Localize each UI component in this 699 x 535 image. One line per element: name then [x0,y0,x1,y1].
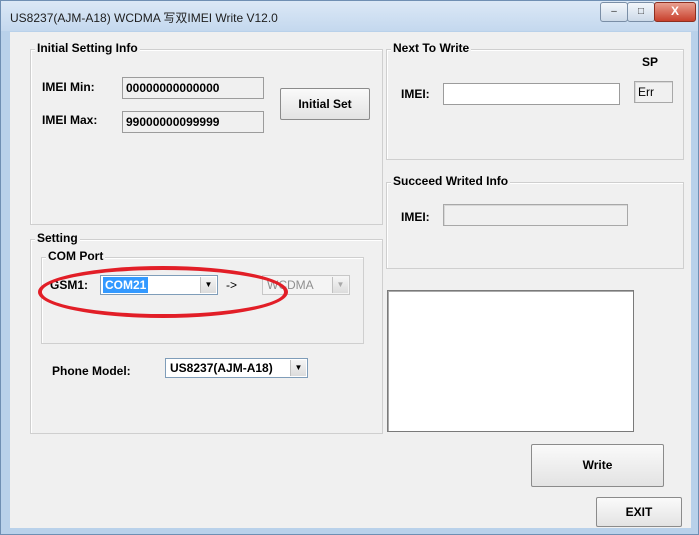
exit-button[interactable]: EXIT [596,497,682,527]
dialog-client-area: Initial Setting Info IMEI Min: 000000000… [10,32,691,528]
chevron-down-icon[interactable]: ▼ [200,277,216,293]
app-window: US8237(AJM-A18) WCDMA 写双IMEI Write V12.0… [0,0,699,535]
next-imei-input[interactable] [443,83,620,105]
initial-set-button[interactable]: Initial Set [280,88,370,120]
sp-err-status: Err [634,81,673,103]
phone-model-label: Phone Model: [52,364,131,378]
com-port-group: COM Port [41,249,364,344]
chevron-down-icon: ▼ [332,277,348,293]
setting-label: Setting [35,231,80,245]
imei-min-label: IMEI Min: [42,80,95,94]
imei-min-field[interactable]: 00000000000000 [122,77,264,99]
chevron-down-icon[interactable]: ▼ [290,360,306,376]
succeed-writed-label: Succeed Writed Info [391,174,511,188]
sp-label: SP [642,55,659,69]
maximize-button[interactable]: □ [627,2,655,22]
initial-setting-label: Initial Setting Info [35,41,140,55]
write-button[interactable]: Write [531,444,664,487]
next-to-write-label: Next To Write [391,41,472,55]
imei-max-field[interactable]: 99000000099999 [122,111,264,133]
imei-max-label: IMEI Max: [42,113,98,127]
phone-model-value: US8237(AJM-A18) [170,361,273,375]
initial-setting-group: Initial Setting Info [30,41,383,225]
gsm1-selected-value: COM21 [103,277,149,293]
phone-model-select[interactable]: US8237(AJM-A18) ▼ [165,358,308,378]
succeed-imei-field [443,204,628,226]
title-bar[interactable]: US8237(AJM-A18) WCDMA 写双IMEI Write V12.0… [1,1,698,31]
mode-select: WCDMA ▼ [262,275,350,295]
gsm1-label: GSM1: [50,278,89,292]
minimize-button[interactable]: – [600,2,628,22]
succeed-imei-label: IMEI: [401,210,430,224]
arrow-indicator: -> [226,278,238,292]
gsm1-com-select[interactable]: COM21 ▼ [100,275,218,295]
mode-selected-value: WCDMA [267,278,314,292]
log-listbox[interactable] [387,290,634,432]
com-port-label: COM Port [46,249,106,263]
close-button[interactable]: X [654,2,696,22]
next-imei-label: IMEI: [401,87,430,101]
window-title: US8237(AJM-A18) WCDMA 写双IMEI Write V12.0 [10,11,278,25]
